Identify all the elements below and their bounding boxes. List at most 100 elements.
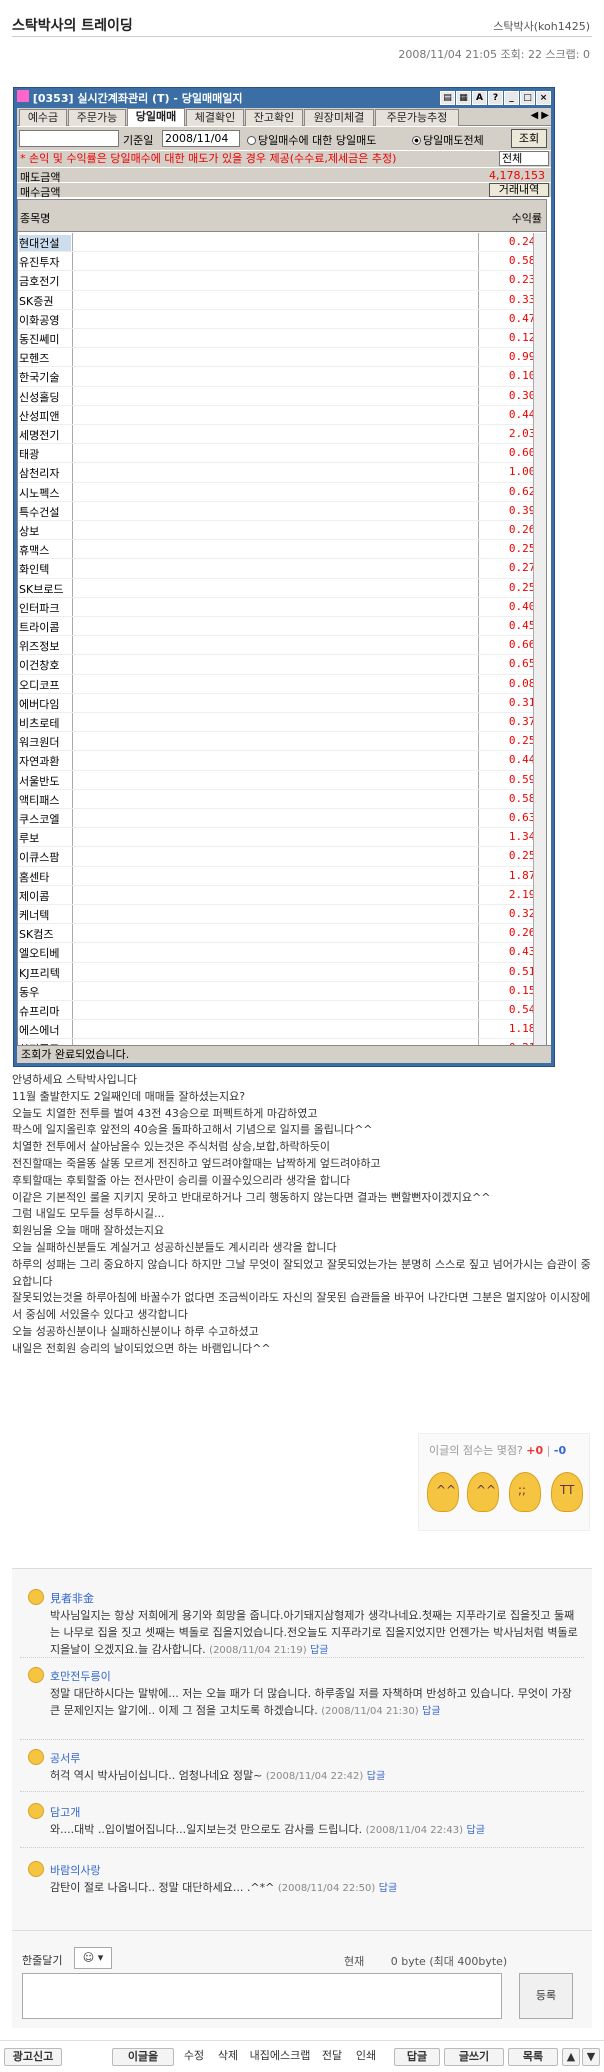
table-row[interactable]: 홈센타 1.87% xyxy=(18,867,546,886)
table-row[interactable]: 특수건설 0.39% xyxy=(18,502,546,521)
write-button[interactable]: 글쓰기 xyxy=(444,2048,504,2066)
delete-link[interactable]: 삭제 xyxy=(212,2048,244,2066)
submit-comment-button[interactable]: 등록 xyxy=(519,1973,573,2019)
window-font-icon[interactable]: A xyxy=(472,91,487,105)
table-row[interactable]: 에스에너 1.18% xyxy=(18,1020,546,1040)
table-row[interactable]: 유진투자 0.58% xyxy=(18,252,546,272)
table-row[interactable]: 엘오티베 0.43% xyxy=(18,943,546,963)
emoticon-select[interactable]: ☺ ▾ xyxy=(74,1947,112,1969)
post-meta: 2008/11/04 21:05 조회: 22 스크랩: 0 xyxy=(398,48,590,61)
tab-orderable[interactable]: 주문가능 xyxy=(68,109,126,126)
table-row[interactable]: SK컴즈 0.26% xyxy=(18,924,546,944)
window-help-icon[interactable]: ? xyxy=(488,91,503,105)
forward-link[interactable]: 전달 xyxy=(316,2048,348,2066)
table-row[interactable]: 상보 0.26% xyxy=(18,521,546,541)
table-row[interactable]: 오디코프 0.08% xyxy=(18,675,546,694)
this-post-button[interactable]: 이글을 xyxy=(112,2048,174,2066)
table-row[interactable]: 모헨즈 0.99% xyxy=(18,348,546,368)
table-row[interactable]: 액티패스 0.58% xyxy=(18,790,546,809)
post-author[interactable]: 스탁박사(koh1425) xyxy=(493,18,590,34)
table-row[interactable]: 금호전기 0.23% xyxy=(18,271,546,291)
next-icon[interactable]: ▼ xyxy=(582,2048,600,2066)
table-row[interactable]: KJ프리텍 0.51% xyxy=(18,963,546,982)
vote-minus2-icon[interactable]: TT xyxy=(551,1472,583,1512)
table-row[interactable]: SK브로드 0.25% xyxy=(18,579,546,598)
vote-plus1-icon[interactable]: ^^ xyxy=(467,1472,499,1512)
tab-daytrade[interactable]: 당일매매 xyxy=(127,108,185,126)
scrap-link[interactable]: 내집에스크랩 xyxy=(246,2048,314,2066)
table-row[interactable]: 케너텍 0.32% xyxy=(18,905,546,925)
table-row[interactable]: 비츠로테 0.37% xyxy=(18,713,546,733)
table-row[interactable]: 쿠스코엘 0.63% xyxy=(18,809,546,829)
table-row[interactable]: 동진쎄미 0.12% xyxy=(18,329,546,349)
table-row[interactable]: 루보 1.34% xyxy=(18,828,546,848)
reply-link[interactable]: 답글 xyxy=(422,1706,440,1717)
window-grid-icon[interactable]: ▦ xyxy=(456,91,471,105)
tab-deposit[interactable]: 예수금 xyxy=(19,109,67,126)
radio-sell-all[interactable]: 당일매도전체 xyxy=(412,132,484,148)
tab-estimate[interactable]: 주문가능추정 xyxy=(375,109,459,126)
table-row[interactable]: 위즈정보 0.66% xyxy=(18,636,546,656)
column-header-name[interactable]: 종목명 xyxy=(20,210,50,226)
table-row[interactable]: 워크원더 0.25% xyxy=(18,732,546,752)
table-row[interactable]: 이화공영 0.47% xyxy=(18,310,546,329)
query-button[interactable]: 조회 xyxy=(511,129,547,148)
comment-nick[interactable]: 공서루 xyxy=(50,1750,80,1766)
table-row[interactable]: 휴맥스 0.25% xyxy=(18,540,546,560)
table-row[interactable]: 태광 0.60% xyxy=(18,444,546,464)
table-row[interactable]: 에버다임 0.31% xyxy=(18,694,546,713)
table-row[interactable]: 자연과환 0.44% xyxy=(18,751,546,771)
table-row[interactable]: 서울반도 0.59% xyxy=(18,771,546,790)
tab-scroll-arrows[interactable]: ◀ ▶ xyxy=(530,110,549,121)
comment-text: 감탄이 절로 나옵니다.. 정말 대단하세요... .^*^ (2008/11/… xyxy=(50,1879,580,1897)
vertical-scrollbar[interactable] xyxy=(533,233,546,1046)
account-select[interactable] xyxy=(19,130,119,147)
reply-link[interactable]: 답글 xyxy=(367,1771,385,1782)
reply-link[interactable]: 답글 xyxy=(310,1645,328,1656)
reply-link[interactable]: 답글 xyxy=(379,1883,397,1894)
reply-link[interactable]: 답글 xyxy=(467,1825,485,1836)
table-row[interactable]: 시노펙스 0.62% xyxy=(18,483,546,502)
filter-select[interactable]: 전체 xyxy=(499,151,549,166)
table-row[interactable]: 화인텍 0.27% xyxy=(18,559,546,579)
window-minimize-icon[interactable]: _ xyxy=(504,91,519,105)
window-close-icon[interactable]: × xyxy=(536,91,551,105)
comment-textarea[interactable] xyxy=(22,1973,502,2019)
report-ad-button[interactable]: 광고신고 xyxy=(4,2048,62,2066)
comment-nick[interactable]: 호만전두릉이 xyxy=(50,1668,111,1684)
column-header-rate[interactable]: 수익률 xyxy=(480,210,542,226)
tab-execution[interactable]: 체결확인 xyxy=(186,109,244,126)
tab-balance[interactable]: 잔고확인 xyxy=(245,109,303,126)
prev-icon[interactable]: ▲ xyxy=(562,2048,580,2066)
comment-nick[interactable]: 見者非金 xyxy=(50,1590,94,1606)
list-button[interactable]: 목록 xyxy=(508,2048,558,2066)
table-row[interactable]: 한국기술 0.10% xyxy=(18,367,546,387)
vote-plus2-icon[interactable]: ^^ xyxy=(427,1472,459,1512)
radio-buy-sell[interactable]: 당일매수에 대한 당일매도 xyxy=(247,132,376,148)
table-row[interactable]: 삼천리자 1.00% xyxy=(18,463,546,483)
reply-button[interactable]: 답글 xyxy=(394,2048,440,2066)
table-row[interactable]: 인터파크 0.40% xyxy=(18,598,546,617)
history-button[interactable]: 거래내역 xyxy=(489,183,549,197)
table-row[interactable]: 현대건설 0.24% xyxy=(18,233,546,253)
print-link[interactable]: 인쇄 xyxy=(350,2048,382,2066)
table-row[interactable]: SK증권 0.33% xyxy=(18,291,546,310)
table-row[interactable]: 슈프리마 0.54% xyxy=(18,1001,546,1021)
table-row[interactable]: 트라이콤 0.45% xyxy=(18,617,546,637)
date-input[interactable]: 2008/11/04 xyxy=(162,130,240,147)
table-row[interactable]: 제이콤 2.19% xyxy=(18,886,546,905)
table-row[interactable]: 이큐스팜 0.25% xyxy=(18,847,546,867)
table-row[interactable]: 세명전기 2.03% xyxy=(18,425,546,445)
window-maximize-icon[interactable]: □ xyxy=(520,91,535,105)
table-row[interactable]: 동우 0.15% xyxy=(18,982,546,1001)
article-paragraph: 하루의 성패는 그리 중요하지 않습니다 하지만 그날 무엇이 잘되었고 잘못되… xyxy=(12,1257,591,1288)
edit-link[interactable]: 수정 xyxy=(178,2048,210,2066)
window-tool-icon[interactable]: ▤ xyxy=(440,91,455,105)
table-row[interactable]: 이건창호 0.65% xyxy=(18,655,546,675)
comment-nick[interactable]: 바람의사랑 xyxy=(50,1862,101,1878)
table-row[interactable]: 산성피앤 0.44% xyxy=(18,406,546,425)
comment-nick[interactable]: 담고개 xyxy=(50,1804,80,1820)
table-row[interactable]: 신성홀딩 0.30% xyxy=(18,387,546,406)
tab-unfilled[interactable]: 원장미체결 xyxy=(304,109,374,126)
vote-minus1-icon[interactable]: ;; xyxy=(509,1472,541,1512)
